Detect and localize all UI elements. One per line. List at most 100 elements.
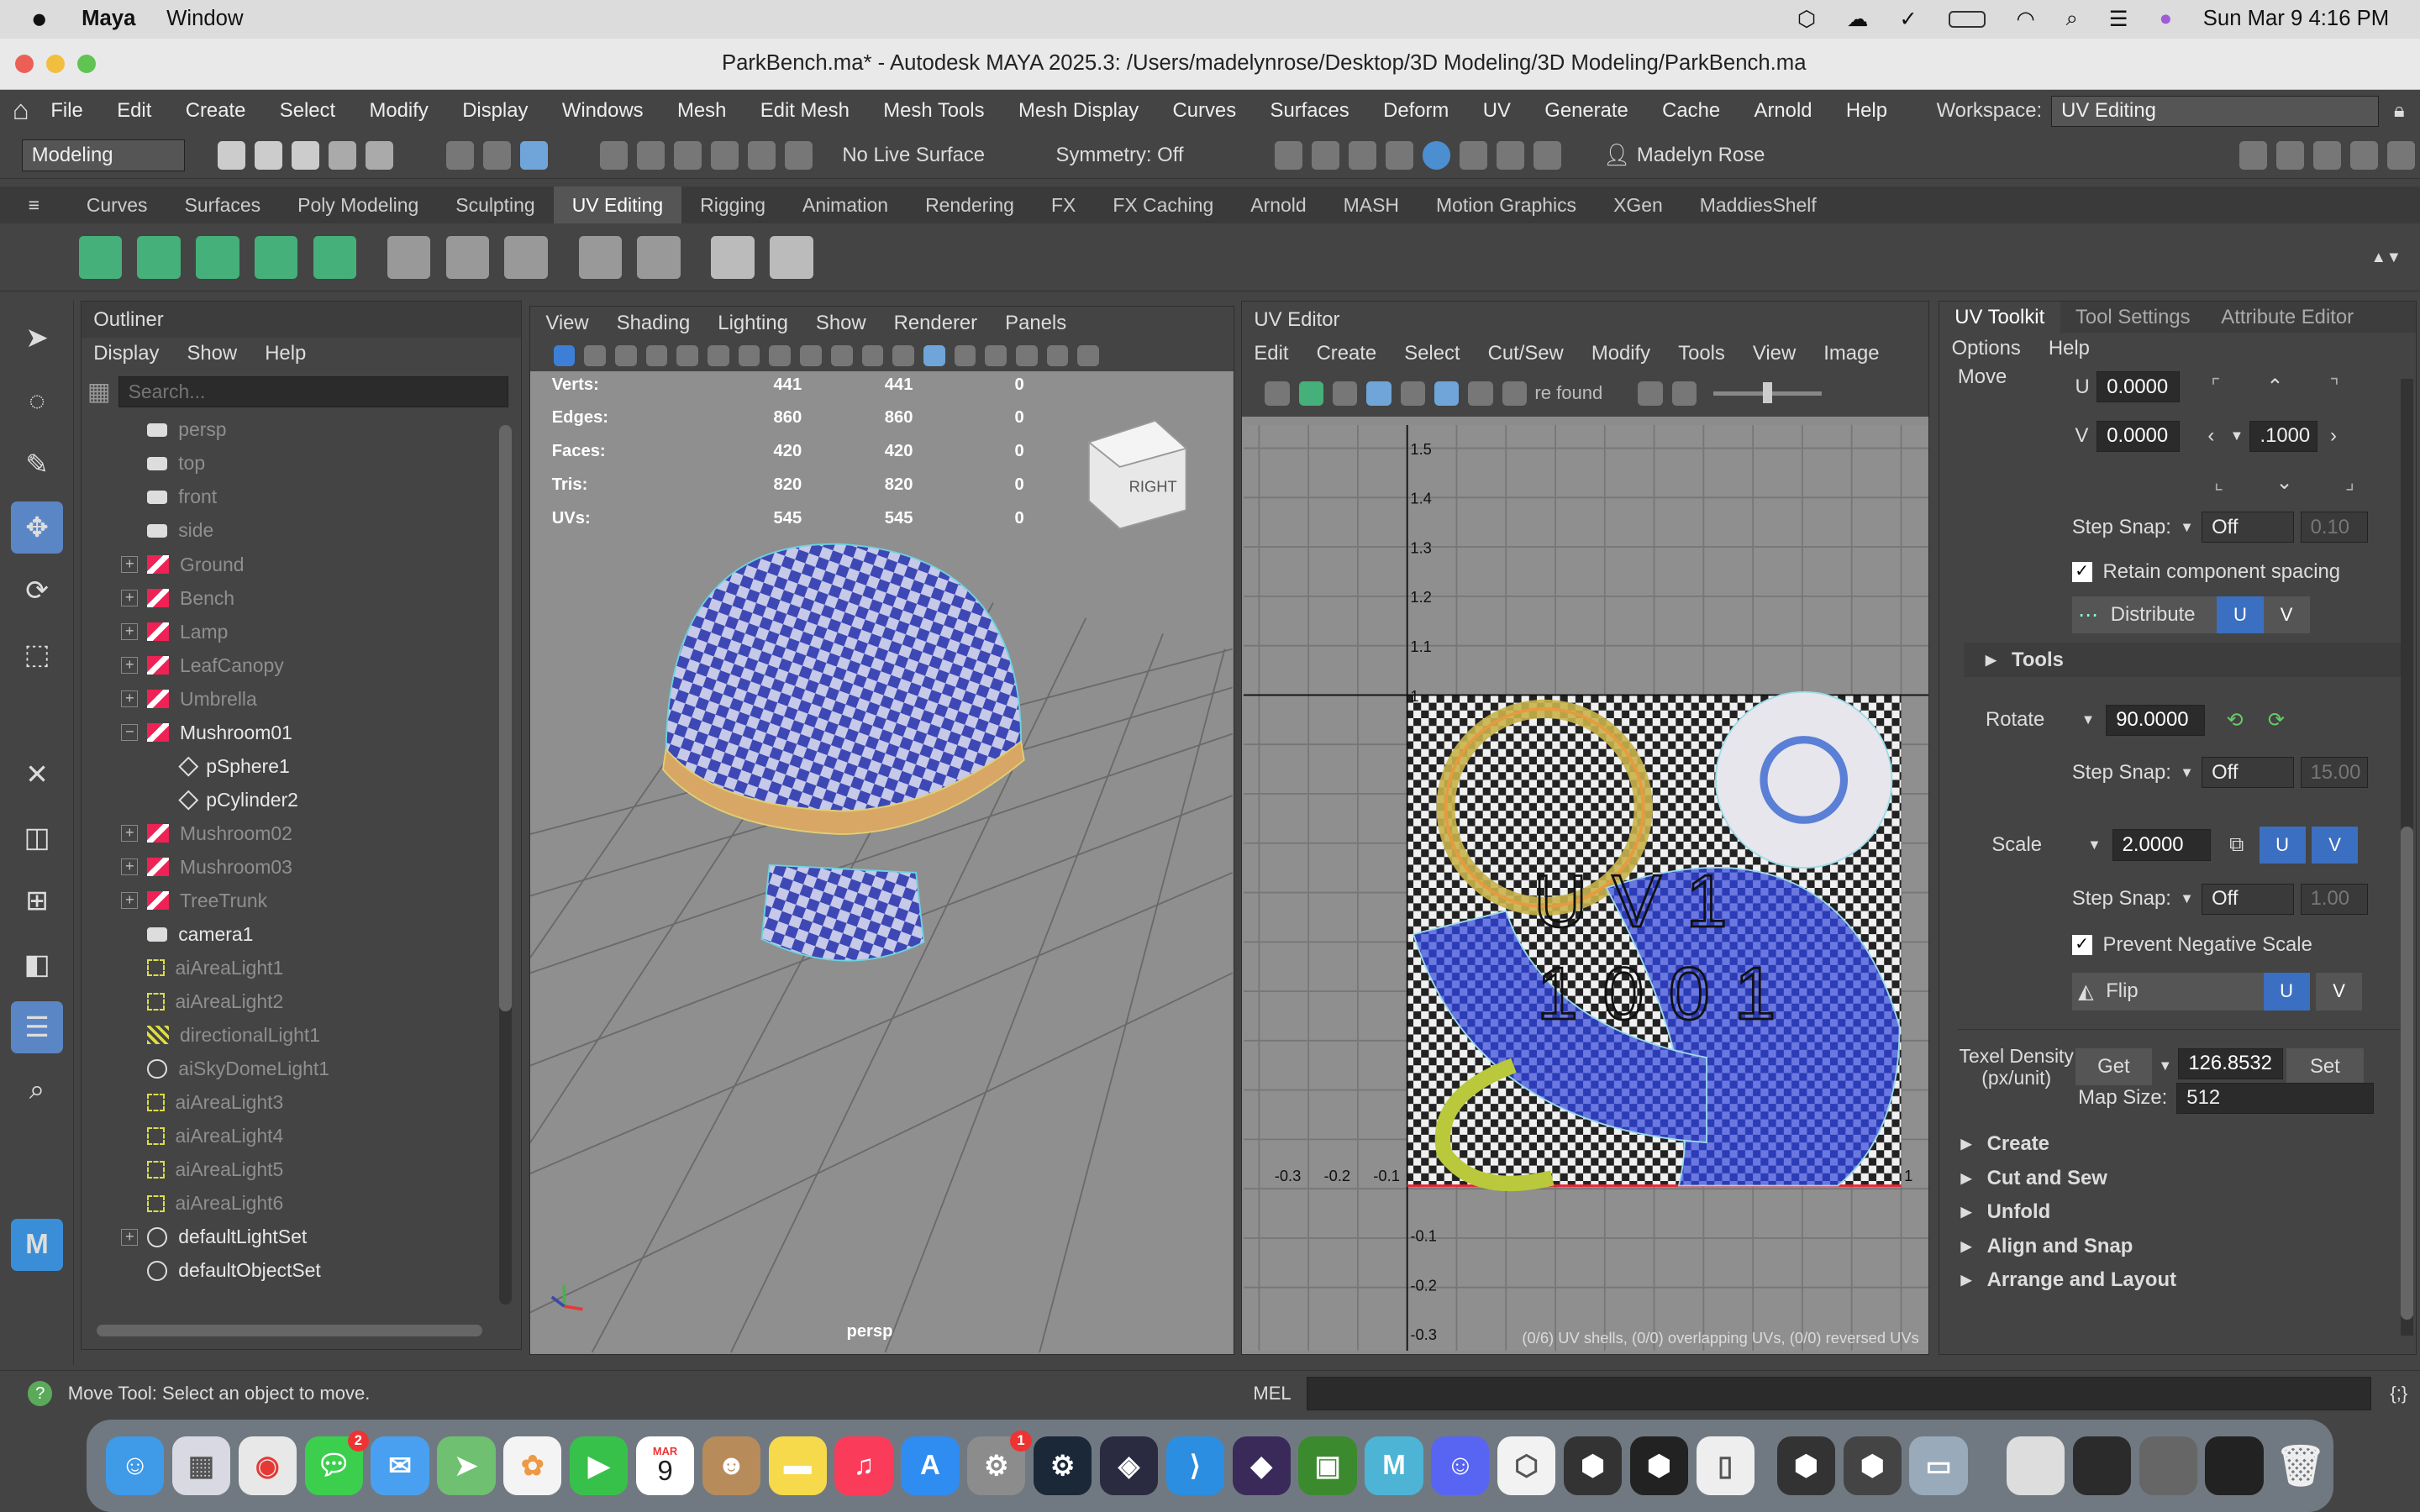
render-frame-icon[interactable] — [1311, 141, 1339, 170]
resolution-gate-icon[interactable] — [923, 344, 945, 367]
uv-distortion-icon[interactable] — [1332, 381, 1358, 407]
ipr-render-icon[interactable] — [1349, 141, 1377, 170]
main-menu-edit[interactable]: Edit — [117, 99, 151, 123]
mail-icon[interactable]: ✉ — [371, 1436, 429, 1495]
undo-icon[interactable] — [329, 141, 357, 170]
outliner-item-mushroom03[interactable]: + Mushroom03 — [121, 850, 521, 884]
main-menu-mesh[interactable]: Mesh — [677, 99, 726, 123]
shelf-tab-poly-modeling[interactable]: Poly Modeling — [279, 186, 437, 223]
expand-toggle-icon[interactable]: + — [121, 892, 139, 910]
uv-menu-select[interactable]: Select — [1404, 342, 1460, 365]
auto-map-icon[interactable] — [254, 235, 298, 279]
outliner-menu-help[interactable]: Help — [265, 342, 306, 365]
shelf-tab-animation[interactable]: Animation — [784, 186, 907, 223]
outliner-item-umbrella[interactable]: + Umbrella — [121, 682, 521, 716]
obsidian-icon[interactable]: ◆ — [1232, 1436, 1291, 1495]
script-editor-icon[interactable]: {;} — [2390, 1383, 2407, 1404]
smooth-shade-icon[interactable] — [738, 344, 760, 367]
close-window-button[interactable] — [15, 54, 34, 73]
snap-view-icon[interactable] — [711, 141, 739, 170]
step-snap-dropdown-2[interactable]: ▼ — [2180, 764, 2202, 781]
scale-icon[interactable]: ⧉ — [2229, 833, 2244, 857]
move-tool-icon[interactable]: ✥ — [10, 501, 64, 554]
prevent-negative-checkbox[interactable]: ✓ — [2071, 935, 2092, 956]
snap-grid-icon[interactable] — [600, 141, 629, 170]
pause-ipr-icon[interactable] — [1534, 141, 1562, 170]
toolkit-tab-tool-settings[interactable]: Tool Settings — [2060, 302, 2206, 333]
outliner-item-aiarealight4[interactable]: aiAreaLight4 — [121, 1120, 521, 1153]
outliner-item-treetrunk[interactable]: + TreeTrunk — [121, 884, 521, 917]
select-object-icon[interactable] — [482, 141, 511, 170]
move-down-right-icon[interactable]: ⌟ — [2345, 470, 2354, 495]
outliner-item-camera1[interactable]: camera1 — [121, 917, 521, 951]
uv-canvas[interactable]: UV1 1001 1.5 1.4 1.3 1.2 1.1 1 -0.1 -0.2 -0.3 -0.… — [1243, 425, 1929, 1352]
music-icon[interactable]: ♫ — [834, 1436, 893, 1495]
maps-icon[interactable]: ➤ — [437, 1436, 496, 1495]
film-gate-icon[interactable] — [954, 344, 976, 367]
toolkit-menu-help[interactable]: Help — [2049, 337, 2090, 360]
section-unfold[interactable]: ▶ Unfold — [1958, 1195, 2404, 1229]
shadows-icon[interactable] — [830, 344, 853, 367]
scale-v-button[interactable]: V — [2312, 826, 2359, 864]
calendar-icon[interactable]: MAR 9 — [635, 1436, 695, 1495]
sew-uv-icon[interactable] — [578, 235, 622, 279]
section-arrange-and-layout[interactable]: ▶ Arrange and Layout — [1958, 1263, 2404, 1297]
select-hierarchy-icon[interactable] — [445, 141, 474, 170]
uv-exposure-slider[interactable] — [1713, 381, 1822, 404]
outliner-layout-icon[interactable]: ☰ — [10, 1000, 64, 1054]
toolkit-tab-attribute-editor[interactable]: Attribute Editor — [2206, 302, 2370, 333]
shelf-tab-surfaces[interactable]: Surfaces — [166, 186, 280, 223]
shelf-tab-rigging[interactable]: Rigging — [681, 186, 784, 223]
expand-toggle-icon[interactable]: + — [121, 656, 139, 675]
camera-attributes-icon[interactable] — [584, 344, 606, 367]
tool-settings-toggle-icon[interactable] — [2387, 141, 2416, 170]
move-left-icon[interactable]: ‹ — [2207, 424, 2214, 448]
expand-toggle-icon[interactable]: + — [121, 1228, 139, 1246]
scale-u-button[interactable]: U — [2259, 826, 2306, 864]
move-down-left-icon[interactable]: ⌞ — [2214, 470, 2223, 495]
simulator-icon[interactable]: ▭ — [1909, 1436, 1968, 1495]
step-snap-dropdown-1[interactable]: ▼ — [2180, 519, 2202, 536]
move-u-field[interactable]: 0.0000 — [2096, 370, 2181, 403]
main-menu-generate[interactable]: Generate — [1544, 99, 1628, 123]
uv-shaded-icon[interactable] — [1298, 381, 1323, 407]
step-snap-select-3[interactable]: Off — [2202, 883, 2295, 915]
character-controls-icon[interactable] — [2276, 141, 2305, 170]
outliner-item-aiarealight1[interactable]: aiAreaLight1 — [121, 951, 521, 984]
outliner-item-ground[interactable]: + Ground — [121, 548, 521, 581]
expand-toggle-icon[interactable]: + — [121, 858, 139, 876]
layout-icon[interactable] — [445, 235, 490, 279]
move-up-right-icon[interactable]: ⌝ — [2329, 375, 2338, 399]
uv-grid-icon[interactable] — [1265, 381, 1290, 407]
main-menu-arnold[interactable]: Arnold — [1754, 99, 1812, 123]
maya-logo-icon[interactable]: M — [10, 1218, 64, 1272]
app-store-icon[interactable]: A — [901, 1436, 960, 1495]
textured-icon[interactable] — [769, 344, 792, 367]
isolate-icon[interactable] — [892, 344, 914, 367]
step-snap-dropdown-3[interactable]: ▼ — [2180, 890, 2202, 907]
outliner-title[interactable]: Outliner — [81, 302, 521, 338]
two-view-icon[interactable]: ◧ — [11, 937, 63, 990]
shelf-tab-fx-caching[interactable]: FX Caching — [1094, 186, 1232, 223]
shelf-tab-curves[interactable]: Curves — [68, 186, 166, 223]
expand-toggle-icon[interactable]: + — [121, 555, 139, 574]
move-step-dropdown-icon[interactable]: ▼ — [2230, 428, 2244, 444]
outliner-item-aiskydomelight1[interactable]: aiSkyDomeLight1 — [121, 1052, 521, 1085]
uv-menu-view[interactable]: View — [1753, 342, 1796, 365]
rotate-cw-icon[interactable]: ⟳ — [2268, 708, 2285, 732]
main-menu-uv[interactable]: UV — [1483, 99, 1511, 123]
outliner-item-front[interactable]: front — [121, 480, 521, 514]
main-menu-mesh-tools[interactable]: Mesh Tools — [883, 99, 984, 123]
arnold-render-icon[interactable] — [1460, 141, 1488, 170]
expand-toggle-icon[interactable]: + — [121, 589, 139, 607]
outliner-menu-show[interactable]: Show — [187, 342, 237, 365]
outliner-item-defaultobjectset[interactable]: defaultObjectSet — [121, 1254, 521, 1288]
section-cut-and-sew[interactable]: ▶ Cut and Sew — [1958, 1162, 2404, 1195]
checker-map-icon[interactable] — [711, 235, 755, 279]
unfold-icon[interactable] — [387, 235, 431, 279]
select-camera-icon[interactable] — [553, 344, 576, 367]
step-snap-select-2[interactable]: Off — [2202, 757, 2295, 789]
render-settings-icon[interactable] — [1386, 141, 1414, 170]
preview-icon[interactable]: ▯ — [1696, 1436, 1754, 1495]
cloud-icon[interactable]: ☁ — [1847, 7, 1869, 32]
